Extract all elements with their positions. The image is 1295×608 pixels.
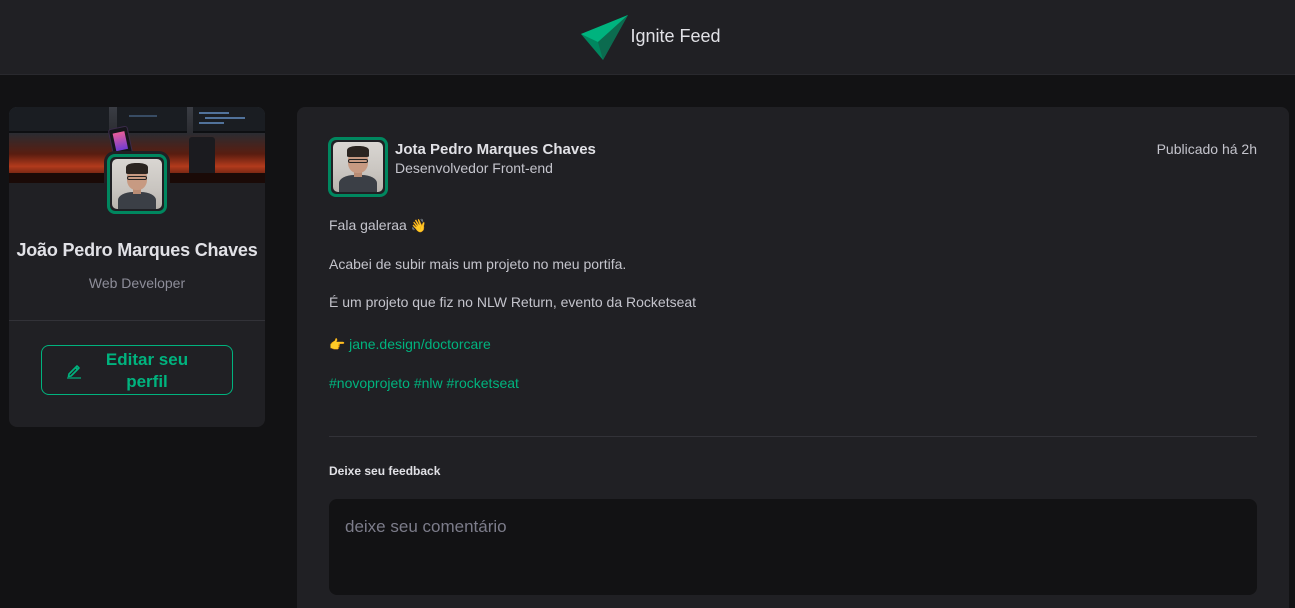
- post-line-1: Acabei de subir mais um projeto no meu p…: [329, 256, 627, 272]
- author-avatar[interactable]: [328, 137, 388, 197]
- profile-avatar[interactable]: [107, 154, 167, 214]
- author-role: Desenvolvedor Front-end: [395, 160, 553, 176]
- app-header: Ignite Feed: [0, 0, 1295, 75]
- project-link[interactable]: jane.design/doctorcare: [349, 336, 491, 352]
- waving-hand-icon: 👋: [410, 219, 427, 234]
- profile-role: Web Developer: [88, 275, 186, 291]
- hashtag-link[interactable]: #rocketseat: [447, 375, 519, 391]
- hashtag-link[interactable]: #novoprojeto: [329, 375, 410, 391]
- pointing-hand-icon: 👉: [329, 338, 346, 353]
- post-line-2: É um projeto que fiz no NLW Return, even…: [329, 294, 697, 310]
- edit-profile-label: Editar seu perfil: [105, 350, 189, 391]
- author-name: Jota Pedro Marques Chaves: [395, 141, 596, 158]
- link-line: 👉 jane.design/doctorcare: [329, 336, 491, 353]
- comment-input[interactable]: [329, 499, 1257, 595]
- brand: Ignite Feed: [578, 12, 721, 62]
- edit-profile-button[interactable]: Editar seu perfil: [41, 345, 233, 395]
- hashtags: #novoprojeto #nlw #rocketseat: [329, 375, 519, 391]
- greeting-line: Fala galeraa 👋: [329, 217, 427, 234]
- app-title: Ignite Feed: [630, 26, 721, 46]
- post-card: Jota Pedro Marques Chaves Desenvolvedor …: [297, 107, 1289, 608]
- divider: [9, 320, 265, 321]
- profile-name: João Pedro Marques Chaves: [16, 240, 258, 260]
- feedback-title: Deixe seu feedback: [329, 464, 441, 478]
- hashtag-link[interactable]: #nlw: [414, 375, 443, 391]
- greeting-text: Fala galeraa: [329, 217, 407, 233]
- divider: [329, 436, 1257, 437]
- paper-plane-logo-icon: [578, 12, 629, 62]
- profile-sidebar: João Pedro Marques Chaves Web Developer …: [9, 107, 265, 427]
- published-time: Publicado há 2h: [1156, 141, 1257, 157]
- pencil-icon: [66, 361, 82, 382]
